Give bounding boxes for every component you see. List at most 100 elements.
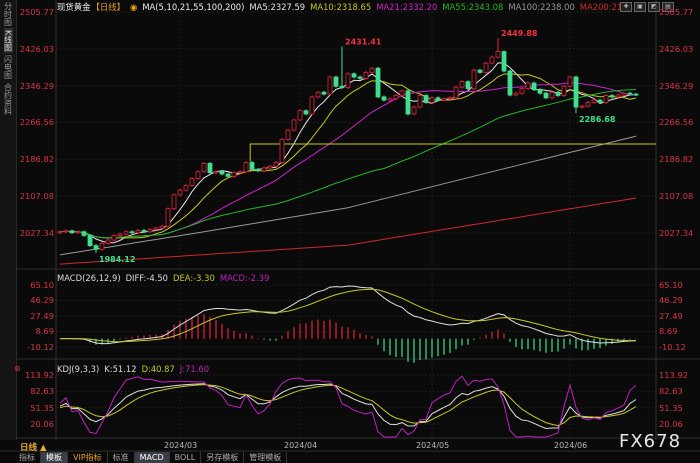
macd-axis-label: -10.12 [659,341,686,352]
candle-body [129,231,135,234]
macd-value: MACD:-2.39 [219,273,270,283]
price-axis-label: 2266.56 [19,117,54,128]
tab-3[interactable]: 标准 [108,452,135,463]
price-axis-label: 2426.03 [659,43,694,54]
tab-4[interactable]: MACD [134,452,170,463]
macd-axis-label: 46.29 [30,295,54,306]
kdj-axis-label: 113.92 [659,370,689,380]
candle-body [501,51,507,72]
candle-body [447,97,453,100]
kdj-header: KDJ(9,3,3) K:51.12 D:40.87 J:71.60 [57,364,214,374]
macd-axis-label: 65.10 [30,280,54,290]
kdj-d: D:40.87 [141,364,175,374]
tab-1[interactable]: 模板 [41,452,68,463]
extreme-price-label: 1984.12 [99,255,135,264]
candle-body [441,98,447,101]
settings-circle-icon[interactable]: ◉ [130,2,137,12]
candle-body [261,167,267,172]
sidebar: 分时图 K线图 闪电图 合约资料 [0,0,17,440]
macd-axis-label: 8.69 [659,326,678,337]
price-axis-label: 2027.34 [19,227,54,238]
candle-body [369,67,375,73]
price-axis-label: 2107.08 [659,191,694,202]
candle-body [219,171,225,175]
candle-body [567,76,573,87]
candle-body [375,67,381,98]
candle-body [579,105,585,108]
ma-params[interactable]: MA(5,10,21,55,100,200) [142,2,244,12]
candle-body [429,97,435,103]
sidebar-item-flash[interactable]: 闪电图 [4,53,13,81]
extreme-price-label: 2286.68 [579,115,616,124]
candle-body [393,95,399,100]
candle-body [471,69,477,89]
candle-body [531,82,537,90]
kdj-axis-label: 20.06 [659,418,683,429]
price-axis-label: 2186.82 [19,154,54,165]
macd-dea: DEA:-3.30 [173,273,215,283]
candle-body [279,138,285,163]
candle-body [165,208,171,227]
candle-body [357,76,363,79]
ma-value-label: MA100:2238.00 [508,2,575,12]
candle-body [345,73,351,89]
candle-body [171,194,177,210]
target-icon[interactable]: ⊛ [14,364,21,373]
macd-axis-label: -10.12 [27,341,54,352]
candle-body [237,171,243,174]
date-axis-label: 2024/04 [284,441,318,450]
sidebar-item-timeshare[interactable]: 分时图 [4,0,13,28]
candle-body [315,91,321,98]
candle-body [273,162,279,167]
candle-body [207,162,213,174]
candle-body [285,129,291,140]
candle-body [495,51,501,58]
candle-body [201,162,207,173]
candle-body [561,85,567,96]
chart-canvas[interactable]: 2431.41 2449.88 1984.12 2286.68 [0,0,700,463]
macd-title[interactable]: MACD(26,12,9) [57,273,121,283]
candle-body [603,95,609,103]
candle-body [411,106,417,115]
macd-axis-label: 65.10 [659,280,683,290]
sidebar-item-contract[interactable]: 合约资料 [4,81,13,117]
symbol-name: 现货黄金 [57,2,91,12]
extreme-price-label: 2449.88 [501,29,538,38]
candle-body [153,227,159,230]
price-axis-label: 2107.08 [19,191,54,202]
candle-body [327,76,333,95]
candle-body [633,93,639,96]
crosshair-icon[interactable]: ✚ [620,2,632,12]
sidebar-item-kline[interactable]: K线图 [3,28,13,54]
candle-body [75,231,81,234]
candle-body [525,82,531,89]
candle-body [597,99,603,103]
candle-body [549,91,555,99]
candle-body [351,73,357,78]
candle-body [507,70,513,96]
kdj-j: J:71.60 [179,364,210,374]
tab-0[interactable]: 指标 [14,452,41,463]
tab-6[interactable]: 另存模板 [201,452,245,463]
candle-body [609,95,615,98]
candle-body [249,162,255,170]
candle-body [537,89,543,94]
window-icon[interactable]: ▣ [634,2,646,12]
candle-body [459,81,465,88]
candle-body [591,99,597,103]
tab-7[interactable]: 管理模板 [244,452,288,463]
kdj-axis-label: 113.92 [24,370,54,380]
candle-body [189,178,195,186]
ma-value-label: MA5:2327.59 [249,2,306,12]
kdj-title[interactable]: KDJ(9,3,3) [57,364,99,374]
candle-body [93,245,99,250]
tab-5[interactable]: BOLL [170,452,202,463]
candle-body [111,235,117,241]
candle-body [339,85,345,89]
period-label[interactable]: 【日线】 [92,2,126,12]
tab-2[interactable]: VIP指标 [68,452,108,463]
candle-body [159,225,165,229]
candle-body [135,229,141,234]
kdj-axis-label: 51.35 [30,402,54,413]
date-axis-label: 2024/03 [164,441,198,450]
